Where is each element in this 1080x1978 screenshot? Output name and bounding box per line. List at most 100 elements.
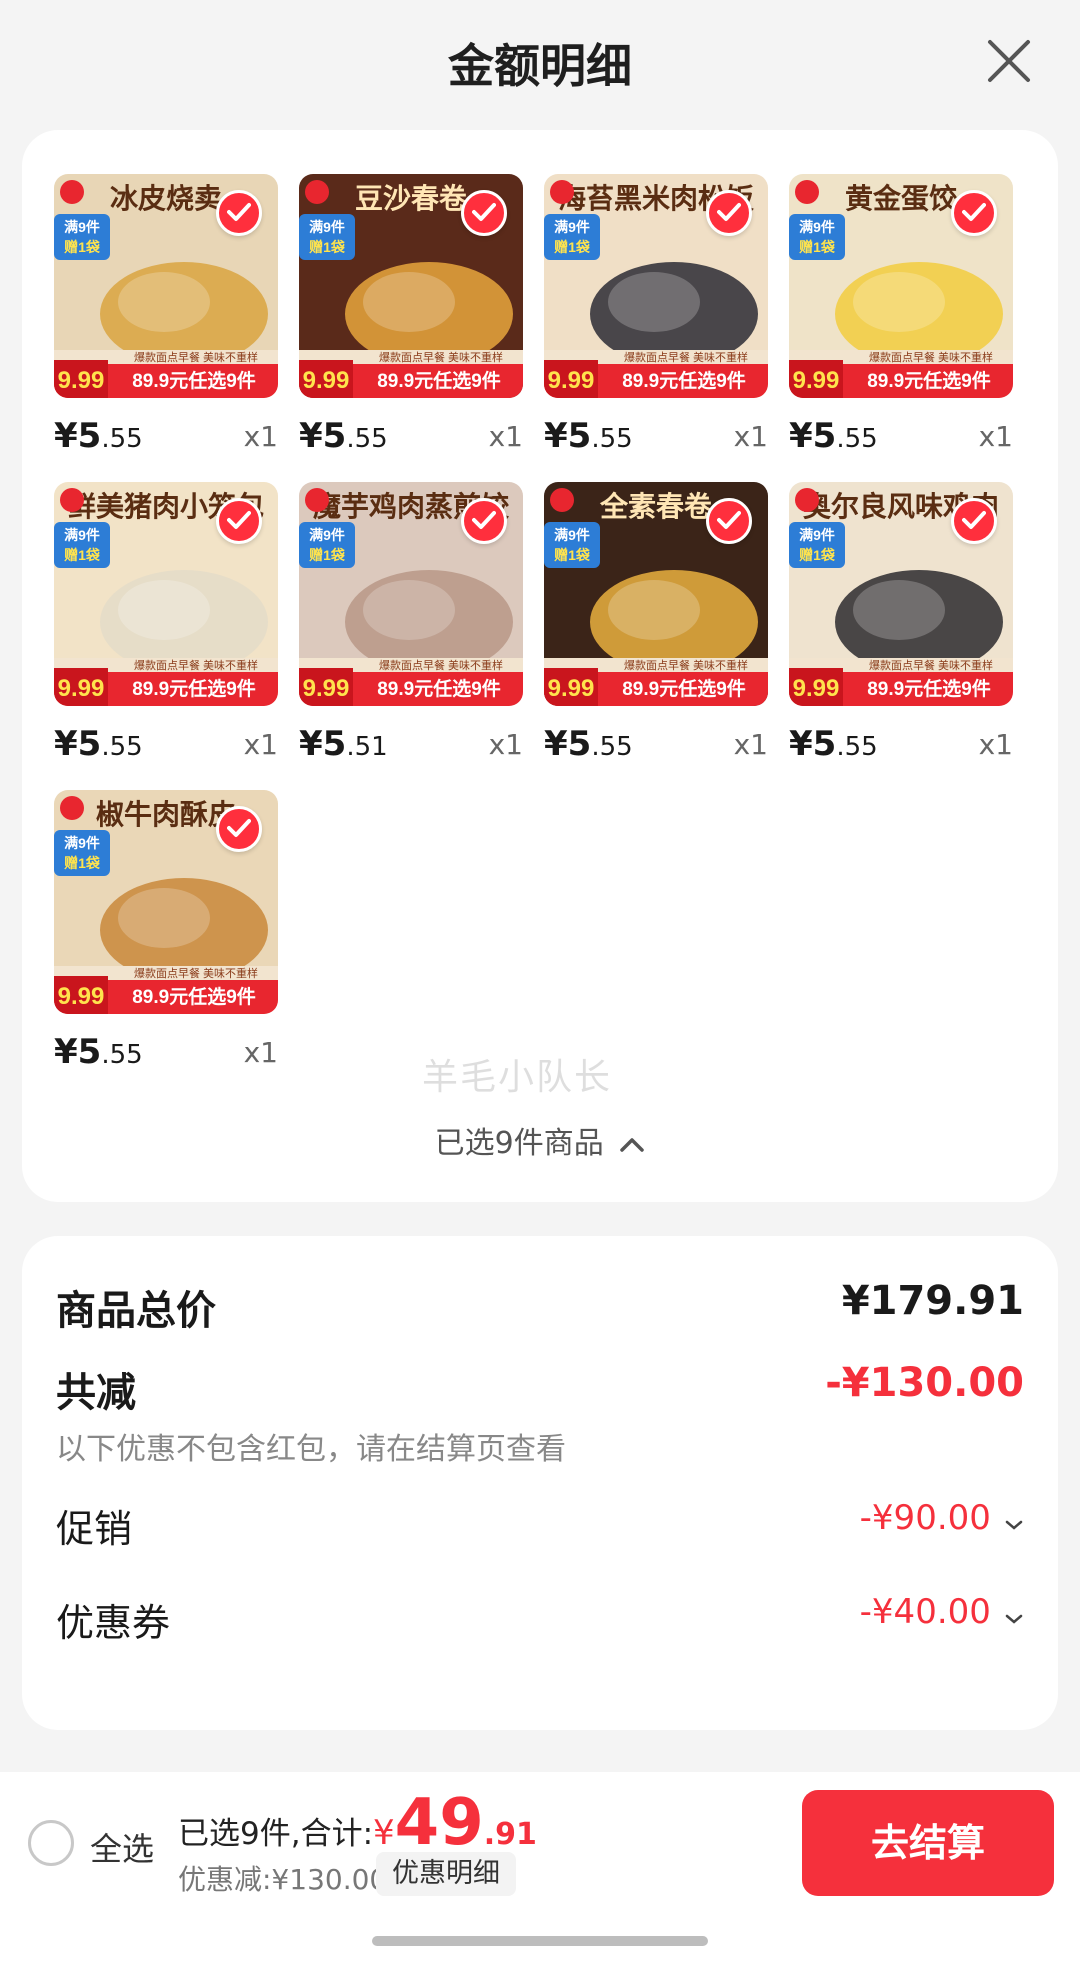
product-item[interactable]: 满9件 赠1袋 全素春卷 爆款面点早餐 美味不重样 9.99 89.9元任选9件…: [544, 482, 768, 772]
svg-text:89.9元任选9件: 89.9元任选9件: [377, 369, 501, 392]
total-value: ¥179.91: [841, 1278, 1024, 1324]
svg-text:9.99: 9.99: [793, 675, 840, 702]
price-decimal: .55: [101, 1040, 143, 1070]
price-integer: ¥5: [789, 416, 837, 456]
checkmark-icon: [717, 511, 741, 529]
home-indicator: [372, 1936, 708, 1946]
selected-items-toggle[interactable]: 已选9件商品: [22, 1118, 1058, 1162]
select-all-radio[interactable]: [28, 1820, 74, 1866]
product-item[interactable]: 满9件 赠1袋 豆沙春卷 爆款面点早餐 美味不重样 9.99 89.9元任选9件…: [299, 174, 523, 464]
svg-text:赠1袋: 赠1袋: [64, 855, 101, 871]
promo-label: 促销: [56, 1507, 133, 1551]
selected-check[interactable]: [216, 498, 262, 544]
svg-text:爆款面点早餐 美味不重样: 爆款面点早餐 美味不重样: [624, 350, 748, 364]
discount-detail-button[interactable]: 优惠明细: [376, 1852, 516, 1896]
svg-text:爆款面点早餐 美味不重样: 爆款面点早餐 美味不重样: [624, 658, 748, 672]
svg-text:9.99: 9.99: [303, 675, 350, 702]
product-image: 满9件 赠1袋 全素春卷 爆款面点早餐 美味不重样 9.99 89.9元任选9件: [544, 482, 768, 706]
checkmark-icon: [227, 819, 251, 837]
selected-check[interactable]: [461, 190, 507, 236]
page-title: 金额明细: [448, 39, 632, 93]
product-item[interactable]: 满9件 赠1袋 鲜美猪肉小笼包 爆款面点早餐 美味不重样 9.99 89.9元任…: [54, 482, 278, 772]
product-price: ¥5.55: [54, 724, 143, 764]
product-item[interactable]: 满9件 赠1袋 椒牛肉酥皮 爆款面点早餐 美味不重样 9.99 89.9元任选9…: [54, 790, 278, 1080]
product-image: 满9件 赠1袋 鲜美猪肉小笼包 爆款面点早餐 美味不重样 9.99 89.9元任…: [54, 482, 278, 706]
product-quantity: x1: [243, 728, 278, 761]
checkout-button[interactable]: 去结算: [802, 1790, 1054, 1896]
discount-amount: 优惠减:¥130.00: [178, 1863, 388, 1896]
checkmark-icon: [962, 203, 986, 221]
selected-check[interactable]: [706, 190, 752, 236]
svg-text:爆款面点早餐 美味不重样: 爆款面点早餐 美味不重样: [379, 658, 503, 672]
price-decimal: .55: [836, 732, 878, 762]
reduce-label: 共减: [56, 1370, 136, 1416]
product-item[interactable]: 满9件 赠1袋 魔芋鸡肉蒸煎饺 爆款面点早餐 美味不重样 9.99 89.9元任…: [299, 482, 523, 772]
product-image: 满9件 赠1袋 海苔黑米肉松饭 爆款面点早餐 美味不重样 9.99 89.9元任…: [544, 174, 768, 398]
chevron-up-icon: [620, 1137, 645, 1152]
price-decimal: .55: [101, 732, 143, 762]
product-quantity: x1: [243, 420, 278, 453]
selected-check[interactable]: [951, 498, 997, 544]
svg-text:赠1袋: 赠1袋: [799, 239, 836, 255]
svg-text:满9件: 满9件: [309, 219, 345, 235]
product-image: 满9件 赠1袋 椒牛肉酥皮 爆款面点早餐 美味不重样 9.99 89.9元任选9…: [54, 790, 278, 1014]
checkmark-icon: [717, 203, 741, 221]
svg-text:89.9元任选9件: 89.9元任选9件: [867, 677, 991, 700]
currency-symbol: ¥: [373, 1813, 395, 1853]
product-price: ¥5.55: [544, 416, 633, 456]
price-integer: ¥5: [54, 1032, 102, 1072]
svg-text:赠1袋: 赠1袋: [554, 239, 591, 255]
svg-text:89.9元任选9件: 89.9元任选9件: [867, 369, 991, 392]
svg-text:爆款面点早餐 美味不重样: 爆款面点早餐 美味不重样: [134, 658, 258, 672]
svg-text:满9件: 满9件: [554, 527, 590, 543]
svg-text:黄金蛋饺: 黄金蛋饺: [845, 182, 958, 215]
price-decimal: .55: [836, 424, 878, 454]
svg-text:满9件: 满9件: [799, 219, 835, 235]
product-price: ¥5.55: [54, 1032, 143, 1072]
product-quantity: x1: [733, 420, 768, 453]
chevron-down-icon: [1005, 1520, 1023, 1530]
price-integer: ¥5: [544, 724, 592, 764]
product-image: 满9件 赠1袋 冰皮烧卖 爆款面点早餐 美味不重样 9.99 89.9元任选9件: [54, 174, 278, 398]
checkmark-icon: [472, 203, 496, 221]
product-item[interactable]: 满9件 赠1袋 黄金蛋饺 爆款面点早餐 美味不重样 9.99 89.9元任选9件…: [789, 174, 1013, 464]
selected-check[interactable]: [216, 190, 262, 236]
chevron-down-icon: [1005, 1614, 1023, 1624]
checkmark-icon: [472, 511, 496, 529]
price-integer: ¥5: [54, 724, 102, 764]
total-summary: 已选9件,合计:¥49.91: [178, 1786, 537, 1860]
svg-text:椒牛肉酥皮: 椒牛肉酥皮: [96, 799, 236, 831]
product-quantity: x1: [488, 728, 523, 761]
svg-text:满9件: 满9件: [309, 527, 345, 543]
header: 金额明细: [0, 0, 1080, 120]
selected-check[interactable]: [461, 498, 507, 544]
svg-text:89.9元任选9件: 89.9元任选9件: [377, 677, 501, 700]
price-decimal: .55: [101, 424, 143, 454]
close-button[interactable]: [984, 36, 1034, 86]
price-decimal: .55: [346, 424, 388, 454]
product-item[interactable]: 满9件 赠1袋 奥尔良风味鸡肉 爆款面点早餐 美味不重样 9.99 89.9元任…: [789, 482, 1013, 772]
svg-text:9.99: 9.99: [303, 367, 350, 394]
coupon-value: -¥40.00: [859, 1592, 991, 1632]
svg-text:满9件: 满9件: [64, 835, 100, 851]
selected-check[interactable]: [706, 498, 752, 544]
bottom-checkout-bar: 全选 已选9件,合计:¥49.91 优惠减:¥130.00 优惠明细 去结算: [0, 1772, 1080, 1978]
price-integer: ¥5: [299, 724, 347, 764]
svg-text:冰皮烧卖: 冰皮烧卖: [110, 183, 222, 215]
product-image: 满9件 赠1袋 黄金蛋饺 爆款面点早餐 美味不重样 9.99 89.9元任选9件: [789, 174, 1013, 398]
product-item[interactable]: 满9件 赠1袋 冰皮烧卖 爆款面点早餐 美味不重样 9.99 89.9元任选9件…: [54, 174, 278, 464]
selected-check[interactable]: [216, 806, 262, 852]
svg-text:满9件: 满9件: [799, 527, 835, 543]
svg-text:赠1袋: 赠1袋: [309, 239, 346, 255]
svg-text:赠1袋: 赠1袋: [64, 547, 101, 563]
select-all-label[interactable]: 全选: [90, 1824, 154, 1870]
checkmark-icon: [227, 203, 251, 221]
price-decimal: .55: [591, 424, 633, 454]
product-price: ¥5.55: [789, 724, 878, 764]
svg-text:89.9元任选9件: 89.9元任选9件: [132, 369, 256, 392]
selected-check[interactable]: [951, 190, 997, 236]
product-item[interactable]: 满9件 赠1袋 海苔黑米肉松饭 爆款面点早餐 美味不重样 9.99 89.9元任…: [544, 174, 768, 464]
selected-items-label: 已选9件商品: [434, 1126, 604, 1161]
svg-text:9.99: 9.99: [793, 367, 840, 394]
price-integer: ¥5: [299, 416, 347, 456]
